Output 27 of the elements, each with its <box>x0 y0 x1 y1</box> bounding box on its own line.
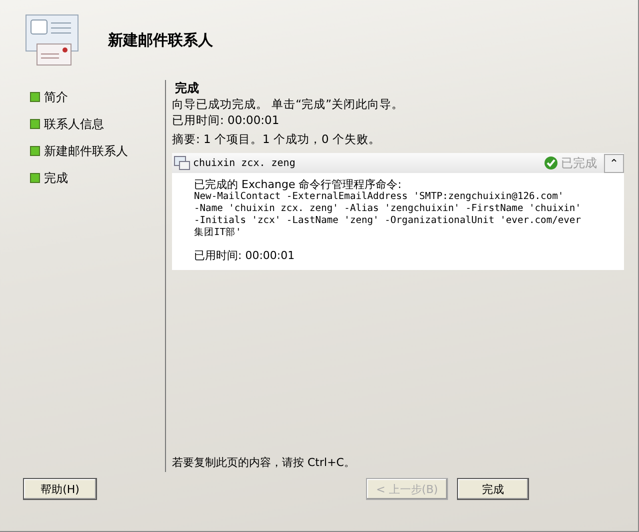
step-icon <box>30 119 40 129</box>
status-text: 已完成 <box>561 154 597 172</box>
step-icon <box>30 92 40 102</box>
step-label[interactable]: 完成 <box>44 170 68 186</box>
step-label[interactable]: 新建邮件联系人 <box>44 142 128 160</box>
collapse-button[interactable]: ⌃ <box>604 154 624 172</box>
step-icon <box>30 146 40 156</box>
contact-name: chuixin zcx. zeng <box>193 158 296 168</box>
command-line: -Name 'chuixin zcx. zeng' -Alias 'zengchuixin' -FirstName 'chuixin' <box>194 203 582 215</box>
command-line: -Initials 'zcx' -LastName 'zeng' -OrganizationalUnit 'ever.com/ever <box>194 215 582 227</box>
copy-hint: 若要复制此页的内容，请按 Ctrl+C。 <box>172 455 356 471</box>
step-label[interactable]: 简介 <box>44 88 68 106</box>
elapsed-text: 已用时间: 00:00:01 <box>194 250 296 262</box>
info-text: 已用时间: 00:00:01 <box>172 112 280 128</box>
command-line: New-MailContact -ExternalEmailAddress 'SMTP:zengchuixin@126.com' <box>194 191 565 203</box>
finish-button[interactable]: 完成 <box>457 478 529 500</box>
help-button[interactable]: 帮助(H) <box>23 478 97 500</box>
command-intro: 已完成的 Exchange 命令行管理程序命令: <box>194 179 402 191</box>
window-title: 新建邮件联系人 <box>108 30 213 50</box>
summary-text: 摘要: 1 个项目。1 个成功，0 个失败。 <box>172 131 382 147</box>
step-label[interactable]: 联系人信息 <box>44 116 104 132</box>
contact-icon <box>174 156 190 170</box>
page-heading: 完成 <box>174 81 200 96</box>
check-icon <box>544 156 558 170</box>
info-text: 向导已成功完成。 单击“完成”关闭此向导。 <box>172 96 405 112</box>
command-line: 集团IT部' <box>194 227 242 239</box>
step-icon <box>30 173 40 183</box>
